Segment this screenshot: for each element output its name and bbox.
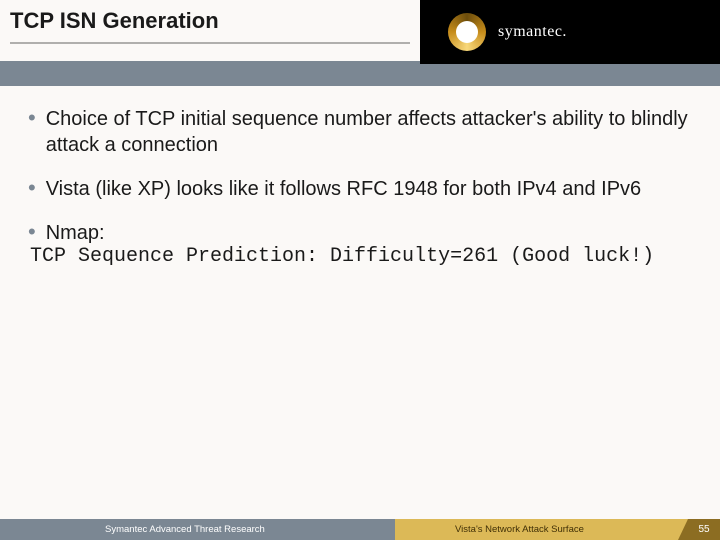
footer-left: Symantec Advanced Threat Research <box>0 519 395 540</box>
slide-content: • Choice of TCP initial sequence number … <box>0 86 720 270</box>
slide-header: TCP ISN Generation symantec. <box>0 0 720 64</box>
title-area: TCP ISN Generation <box>0 0 420 64</box>
bullet-text: Choice of TCP initial sequence number af… <box>46 106 700 158</box>
code-output: TCP Sequence Prediction: Difficulty=261 … <box>30 244 700 270</box>
slide-title: TCP ISN Generation <box>10 8 219 34</box>
bullet-item: • Vista (like XP) looks like it follows … <box>28 176 700 202</box>
bullet-text: Nmap: <box>46 220 700 246</box>
bullet-dot-icon: • <box>28 220 36 246</box>
header-band <box>0 61 720 86</box>
bullet-item: • Choice of TCP initial sequence number … <box>28 106 700 158</box>
bullet-text: Vista (like XP) looks like it follows RF… <box>46 176 700 202</box>
bullet-item: • Nmap: <box>28 220 700 246</box>
bullet-dot-icon: • <box>28 176 36 202</box>
slide-footer: Symantec Advanced Threat Research Vista'… <box>0 519 720 540</box>
title-underline <box>10 42 410 44</box>
bullet-dot-icon: • <box>28 106 36 158</box>
brand-block: symantec. <box>420 0 720 64</box>
footer-mid: Vista's Network Attack Surface <box>395 519 688 540</box>
page-number: 55 <box>688 519 720 540</box>
brand-name: symantec. <box>498 23 567 41</box>
symantec-logo-icon <box>448 13 486 51</box>
